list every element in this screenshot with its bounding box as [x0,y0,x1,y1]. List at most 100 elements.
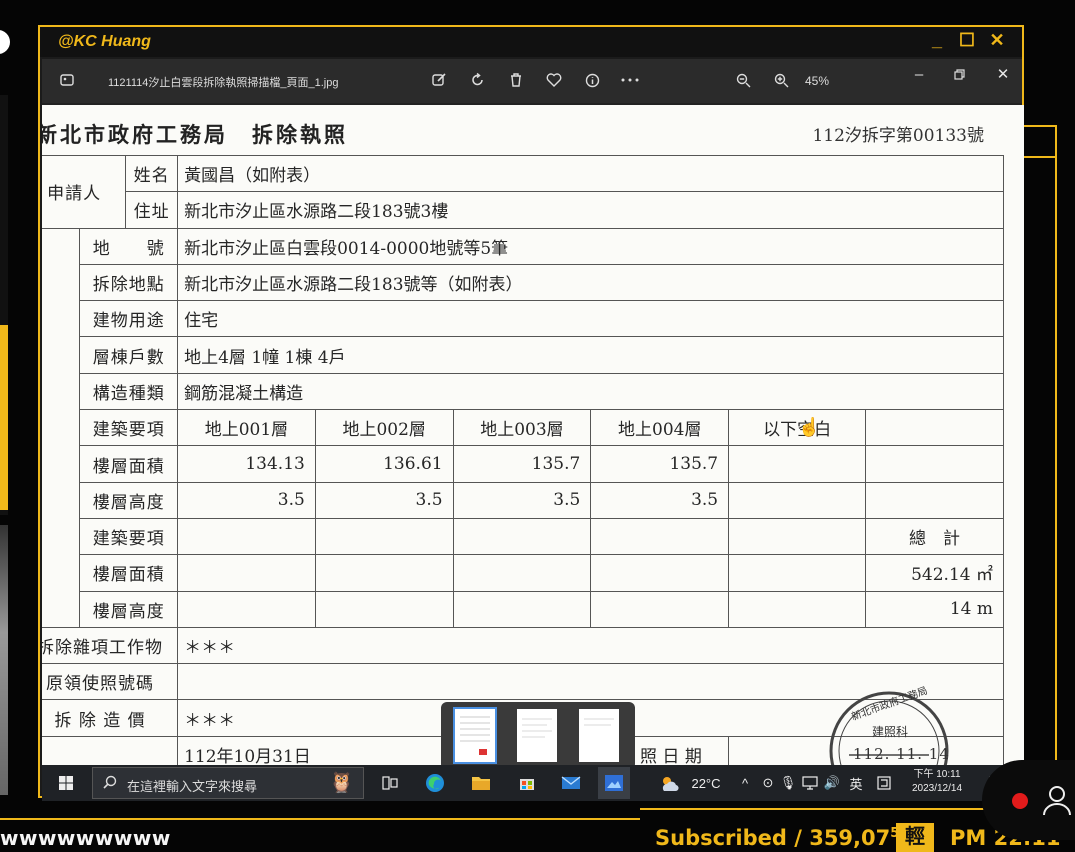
search-placeholder: 在這裡輸入文字來搜尋 [127,779,258,794]
page-thumbnails [441,702,635,770]
stream-window: @KC Huang _ ☐ ✕ 1121114汐止白雲段拆除執照掃描檔_頁面_1… [38,25,1024,801]
minimize-button[interactable]: _ [926,30,948,51]
cost-label: 拆 除 造 價 [42,699,179,737]
recording-dot-icon [1012,793,1028,809]
empty-cell [728,590,867,628]
empty-cell [314,554,454,592]
delete-icon[interactable] [505,69,527,91]
photos-app-icon[interactable] [598,767,630,799]
thumbnail-page-1[interactable] [453,707,497,764]
table-row: 住址 新北市汐止區水源路二段183號3樓 [42,191,1004,229]
structure-value: 鋼筋混凝土構造 [177,372,1004,411]
viewer-restore-icon[interactable] [948,63,970,85]
microphone-icon[interactable]: 🎙 [778,771,798,795]
permit-table: 申請人 姓名 黃國昌（如附表） 住址 新北市汐止區水源路二段183號3樓 地 號… [42,154,1004,765]
taskbar-search-input[interactable]: 在這裡輸入文字來搜尋 🦉 [92,767,364,799]
name-value: 黃國昌（如附表） [177,154,1004,193]
subscriber-count: Subscribed / 359,075 [655,826,899,850]
favorite-icon[interactable] [543,69,565,91]
weather-icon[interactable] [654,771,684,795]
total-height: 14 m [865,590,1004,628]
stream-stage: @KC Huang _ ☐ ✕ 1121114汐止白雲段拆除執照掃描檔_頁面_1… [0,0,1075,852]
use-value: 住宅 [177,300,1004,338]
maximize-button[interactable]: ☐ [956,30,978,51]
structure-label: 構造種類 [79,372,179,411]
ticker-text: wwwwwwwww [0,826,171,850]
empty-cell [590,590,730,628]
table-row: 樓層面積 134.13 136.61 135.7 135.7 [42,445,1004,483]
area-3: 135.7 [452,445,592,483]
bottom-gold-line [0,818,640,820]
misc-value: ＊＊＊ [177,626,1004,665]
zoom-out-icon[interactable] [732,69,754,91]
height-label-2: 樓層高度 [79,590,179,628]
lot-value: 新北市汐止區白雲段0014-0000地號等5筆 [177,227,1004,265]
total-area: 542.14 ㎡ [865,554,1004,592]
left-gold-bar [0,325,8,510]
viewer-close-icon[interactable]: ✕ [992,63,1014,85]
height-3: 3.5 [452,481,592,519]
table-row: 拆除地點 新北市汐止區水源路二段183號等（如附表） [42,263,1004,302]
height-2: 3.5 [314,481,454,519]
weather-temp: 22°C [691,775,721,791]
area-4: 135.7 [590,445,730,483]
chevron-up-icon[interactable]: ^ [738,771,752,795]
table-row: 建物用途 住宅 [42,300,1004,338]
file-explorer-icon[interactable] [468,771,494,795]
thumbnail-page-3[interactable] [579,709,619,762]
table-row: 層棟戶數 地上4層 1幢 1棟 4戶 [42,336,1004,374]
side-column [42,227,81,628]
viewer-minimize-icon[interactable]: – [908,63,930,85]
area-2: 136.61 [314,445,454,483]
file-name: 1121114汐止白雲段拆除執照掃描檔_頁面_1.jpg [108,77,339,89]
floors-value: 地上4層 1幢 1棟 4戶 [177,336,1004,374]
windows-taskbar: 在這裡輸入文字來搜尋 🦉 22°C ^ ⊙ 🎙 🔊 英 下午 10:11 202… [42,765,1024,801]
search-icon [103,775,117,794]
edit-icon[interactable] [428,69,450,91]
floor-col-4: 地上004層 [590,409,730,447]
ime-mode-icon[interactable] [874,771,894,795]
stream-window-titlebar: @KC Huang _ ☐ ✕ [40,27,1022,57]
stream-badge: 輕 [896,823,934,852]
network-icon[interactable] [800,771,820,795]
windows-start-icon[interactable] [54,771,78,795]
clock[interactable]: 下午 10:11 2023/12/14 [902,768,972,796]
empty-cell [590,517,730,556]
empty-cell [177,554,316,592]
item-label: 建築要項 [79,409,179,447]
location-label: 拆除地點 [79,263,179,302]
more-icon[interactable] [619,69,641,91]
address-value: 新北市汐止區水源路二段183號3樓 [177,191,1004,229]
empty-cell [177,517,316,556]
table-row: 樓層高度 14 m [42,590,1004,628]
empty-cell [452,554,592,592]
task-view-icon[interactable] [378,771,402,795]
floors-label: 層棟戶數 [79,336,179,374]
table-row: 地 號 新北市汐止區白雲段0014-0000地號等5筆 [42,227,1004,628]
applicant-label: 申請人 [42,155,127,229]
mail-icon[interactable] [558,771,584,795]
info-icon[interactable] [581,69,603,91]
area-label-2: 樓層面積 [79,554,179,592]
photo-viewer: 1121114汐止白雲段拆除執照掃描檔_頁面_1.jpg 45% – ✕ 新北市… [42,59,1024,801]
rotate-icon[interactable] [467,69,489,91]
empty-cell [865,409,1004,447]
zoom-in-icon[interactable] [770,69,792,91]
store-icon[interactable] [514,771,540,795]
table-row: 樓層高度 3.5 3.5 3.5 3.5 [42,481,1004,519]
owl-widget-icon[interactable]: 🦉 [329,770,354,795]
ime-indicator[interactable]: 英 [846,771,866,795]
empty-cell [728,554,867,592]
onedrive-icon[interactable]: ⊙ [758,771,778,795]
thumbnail-page-2[interactable] [517,709,557,762]
location-value: 新北市汐止區水源路二段183號等（如附表） [177,263,1004,302]
empty-cell [452,590,592,628]
edge-browser-icon[interactable] [422,771,448,795]
close-button[interactable]: ✕ [986,30,1008,51]
clock-time: 下午 10:11 [913,769,961,780]
area-1: 134.13 [177,445,316,483]
empty-cell [865,481,1004,519]
gallery-icon[interactable] [56,69,78,91]
table-row: 構造種類 鋼筋混凝土構造 [42,372,1004,411]
volume-icon[interactable]: 🔊 [822,771,842,795]
